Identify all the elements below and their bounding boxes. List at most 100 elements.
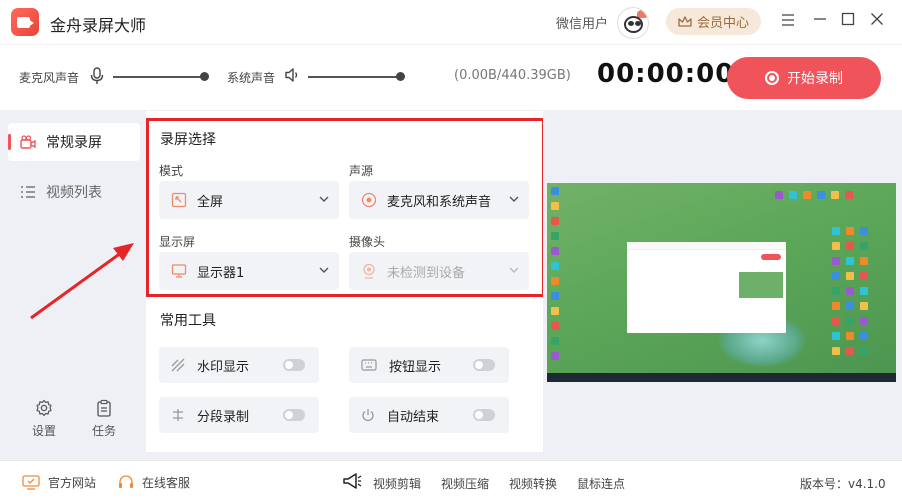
segment-switch[interactable] xyxy=(283,409,305,421)
camera-icon xyxy=(20,135,36,149)
sidebar-item-label: 常规录屏 xyxy=(46,135,102,151)
settings-button[interactable]: 设置 xyxy=(24,399,64,439)
online-support-label: 在线客服 xyxy=(142,476,191,490)
crown-icon xyxy=(678,15,692,27)
sidebar: 常规录屏 视频列表 设置 任务 xyxy=(0,111,146,460)
sidebar-item-label: 视频列表 xyxy=(46,185,102,201)
version-label: 版本号：v4.1.0 xyxy=(800,477,886,491)
desktop-icon xyxy=(831,191,839,199)
desktop-icon xyxy=(551,277,559,285)
desktop-icon xyxy=(846,257,854,265)
desktop-icon xyxy=(832,302,840,310)
desktop-icon xyxy=(832,317,840,325)
watermark-label: 水印显示 xyxy=(197,359,250,375)
desktop-icon xyxy=(832,257,840,265)
desktop-icon xyxy=(551,352,559,360)
desktop-icon xyxy=(860,347,868,355)
vip-label: 会员中心 xyxy=(696,16,749,31)
app-logo xyxy=(11,8,39,36)
record-icon xyxy=(765,71,779,85)
preview-taskbar xyxy=(547,373,896,382)
megaphone-icon[interactable] xyxy=(342,472,362,490)
desktop-icon xyxy=(803,191,811,199)
desktop-icon xyxy=(846,227,854,235)
desktop-icon xyxy=(551,247,559,255)
tasks-button[interactable]: 任务 xyxy=(84,399,124,439)
desktop-icon xyxy=(846,287,854,295)
desktop-icon xyxy=(551,202,559,210)
avatar-eye-icon xyxy=(628,21,634,26)
desktop-icon xyxy=(551,187,559,195)
mic-label: 麦克风声音 xyxy=(19,71,80,85)
watermark-icon xyxy=(171,358,185,372)
desktop-icon xyxy=(860,227,868,235)
watermark-switch[interactable] xyxy=(283,359,305,371)
maximize-icon[interactable] xyxy=(838,11,858,31)
segment-icon xyxy=(173,409,183,421)
mic-volume-knob[interactable] xyxy=(200,72,209,81)
online-support-link[interactable]: 在线客服 xyxy=(118,474,190,491)
minimize-icon[interactable] xyxy=(810,11,830,31)
desktop-icon xyxy=(551,217,559,225)
preview-app-window xyxy=(627,242,786,333)
auto-stop-switch[interactable] xyxy=(473,409,495,421)
system-sound-label: 系统声音 xyxy=(227,71,276,85)
desktop-icon xyxy=(846,302,854,310)
desktop-icon xyxy=(860,242,868,250)
mic-volume-slider[interactable] xyxy=(113,76,205,78)
recording-bar: 麦克风声音 系统声音 (0.00B/440.39GB) 00:00:00 开始录… xyxy=(0,44,902,110)
list-icon xyxy=(21,186,35,198)
desktop-icon xyxy=(860,272,868,280)
desktop-icon xyxy=(832,347,840,355)
desktop-icon xyxy=(846,242,854,250)
video-convert-link[interactable]: 视频转换 xyxy=(509,475,557,492)
desktop-icon xyxy=(551,292,559,300)
settings-label: 设置 xyxy=(31,424,56,438)
menu-icon[interactable] xyxy=(778,11,798,31)
title-bar: 金舟录屏大师 微信用户 会员中心 xyxy=(0,0,902,44)
avatar[interactable] xyxy=(617,7,649,39)
avatar-eye-icon xyxy=(635,21,641,26)
desktop-icon xyxy=(860,302,868,310)
desktop-icon xyxy=(860,317,868,325)
start-record-button[interactable]: 开始录制 xyxy=(727,57,881,99)
desktop-icon xyxy=(860,257,868,265)
desktop-icon xyxy=(832,227,840,235)
auto-stop-label: 自动结束 xyxy=(387,409,440,425)
keyboard-icon xyxy=(361,359,377,371)
desktop-icon xyxy=(832,332,840,340)
sidebar-item-video-list[interactable]: 视频列表 xyxy=(8,173,140,211)
auto-clicker-link[interactable]: 鼠标连点 xyxy=(577,475,625,492)
desktop-icon xyxy=(551,322,559,330)
microphone-icon[interactable] xyxy=(90,67,104,85)
desktop-icon xyxy=(551,307,559,315)
segment-toggle-row[interactable]: 分段录制 xyxy=(159,397,319,433)
desktop-icon xyxy=(845,191,853,199)
key-display-toggle-row[interactable]: 按钮显示 xyxy=(349,347,509,383)
auto-stop-toggle-row[interactable]: 自动结束 xyxy=(349,397,509,433)
close-icon[interactable] xyxy=(867,11,887,31)
screen-preview xyxy=(547,183,896,382)
clipboard-icon xyxy=(97,399,111,417)
sidebar-item-regular-record[interactable]: 常规录屏 xyxy=(8,123,140,161)
user-name[interactable]: 微信用户 xyxy=(556,13,608,32)
official-site-link[interactable]: 官方网站 xyxy=(22,474,96,491)
desktop-icon xyxy=(551,262,559,270)
video-edit-link[interactable]: 视频剪辑 xyxy=(373,475,421,492)
desktop-icon xyxy=(551,232,559,240)
record-timer: 00:00:00 xyxy=(597,59,735,89)
system-volume-slider[interactable] xyxy=(308,76,401,78)
desktop-icon xyxy=(832,272,840,280)
vip-center-button[interactable]: 会员中心 xyxy=(666,8,761,35)
footer: 官方网站 在线客服 视频剪辑 视频压缩 视频转换 鼠标连点 版本号：v4.1.0 xyxy=(0,460,902,502)
watermark-toggle-row[interactable]: 水印显示 xyxy=(159,347,319,383)
system-volume-knob[interactable] xyxy=(396,72,405,81)
video-compress-link[interactable]: 视频压缩 xyxy=(441,475,489,492)
desktop-icon xyxy=(860,287,868,295)
desktop-icon xyxy=(860,332,868,340)
speaker-icon[interactable] xyxy=(284,67,300,83)
desktop-icon xyxy=(846,347,854,355)
desktop-icon xyxy=(832,242,840,250)
tasks-label: 任务 xyxy=(91,424,116,438)
key-display-switch[interactable] xyxy=(473,359,495,371)
